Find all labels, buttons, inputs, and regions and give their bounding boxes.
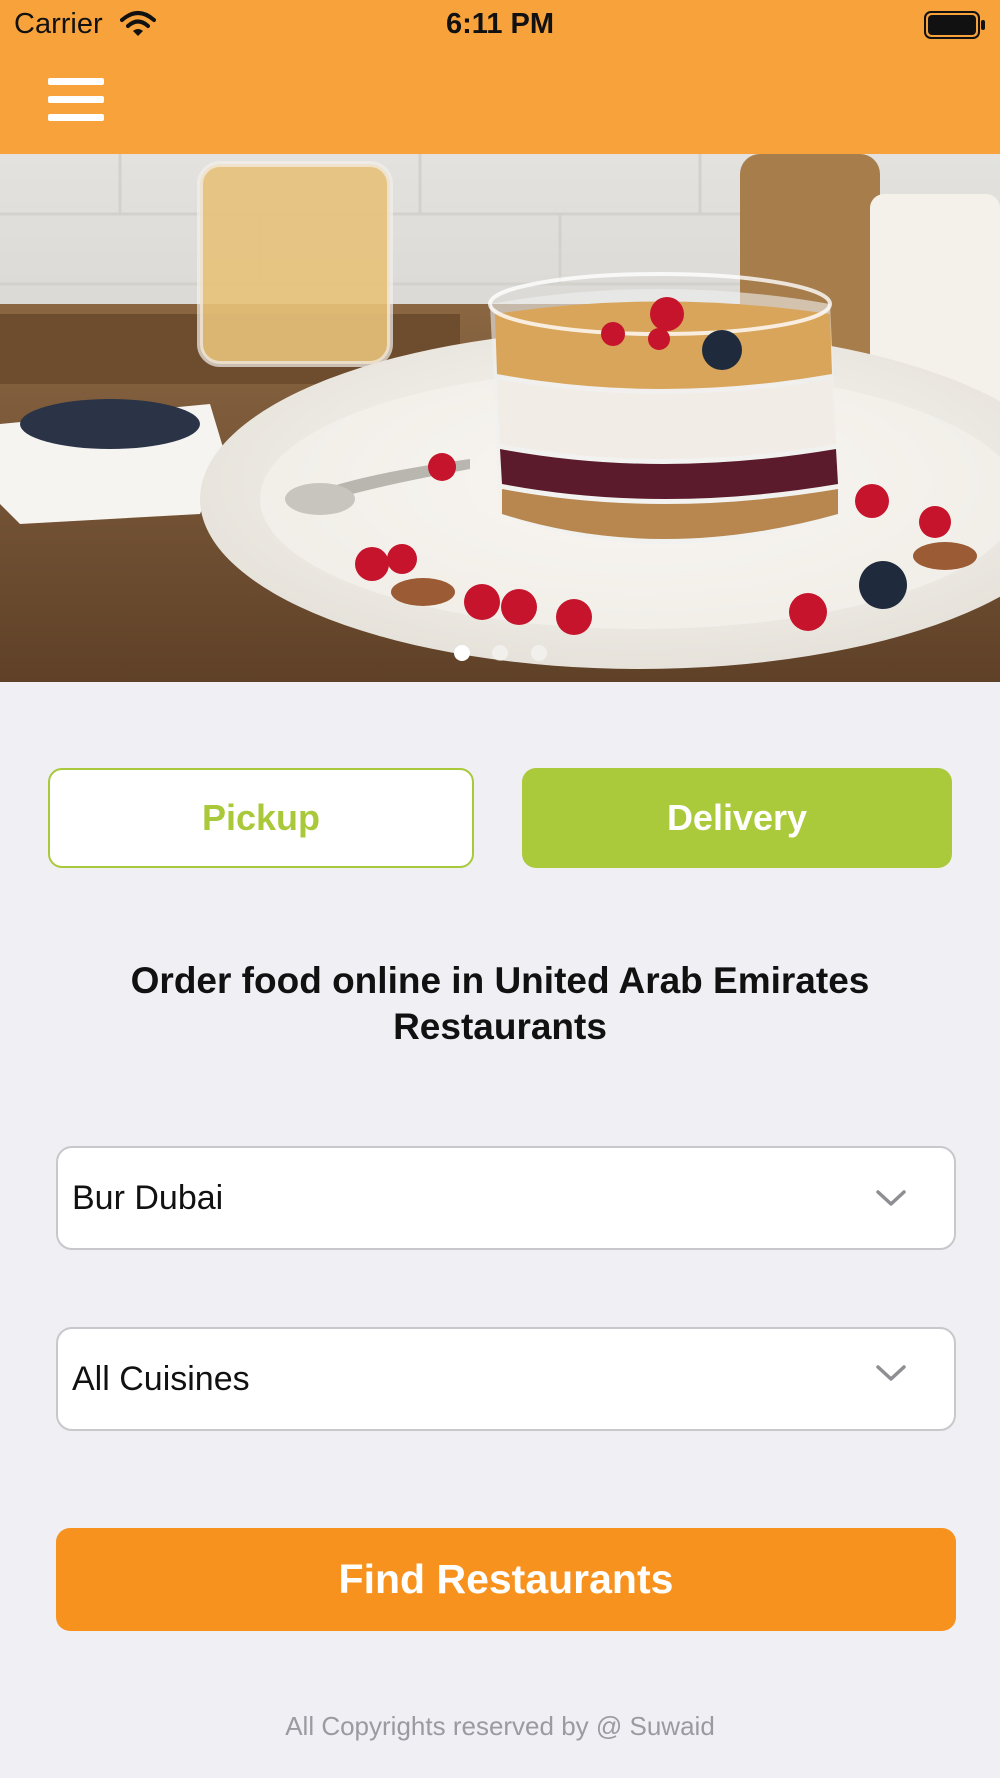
chevron-down-icon — [876, 1190, 906, 1206]
cuisine-dropdown[interactable]: All Cuisines — [56, 1327, 956, 1431]
hero-carousel-image[interactable] — [0, 154, 1000, 682]
carousel-dot-2[interactable] — [492, 645, 508, 661]
location-dropdown[interactable]: Bur Dubai — [56, 1146, 956, 1250]
battery-icon — [924, 11, 985, 39]
copyright-text: All Copyrights reserved by @ Suwaid — [285, 1711, 715, 1741]
carousel-page-indicator[interactable] — [0, 645, 1000, 665]
find-restaurants-button[interactable]: Find Restaurants — [56, 1528, 956, 1631]
delivery-button[interactable]: Delivery — [522, 768, 952, 868]
chevron-down-icon — [876, 1365, 906, 1381]
header-bar: Carrier 6:11 PM — [0, 0, 1000, 154]
carousel-dot-3[interactable] — [531, 645, 547, 661]
food-photo — [0, 154, 1000, 682]
location-value: Bur Dubai — [72, 1179, 224, 1217]
page-heading: Order food online in United Arab Emirate… — [130, 960, 870, 1047]
carousel-dot-1[interactable] — [454, 645, 470, 661]
status-time: 6:11 PM — [446, 8, 554, 40]
cuisine-value: All Cuisines — [72, 1360, 250, 1398]
hamburger-menu-icon[interactable] — [46, 78, 106, 122]
pickup-button[interactable]: Pickup — [48, 768, 474, 868]
